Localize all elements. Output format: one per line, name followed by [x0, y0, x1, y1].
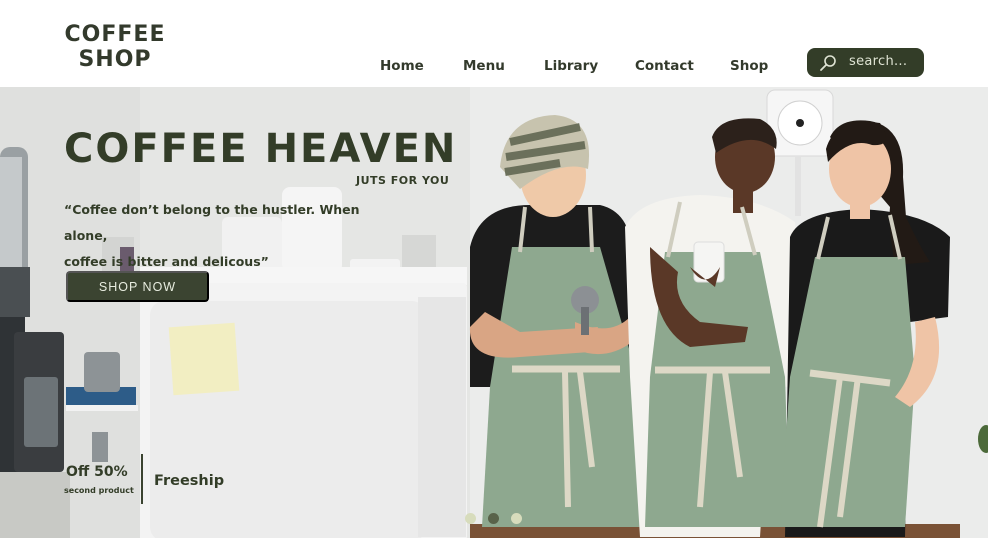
carousel-dot[interactable] [511, 513, 522, 524]
hero-subtitle: JUTS FOR YOU [356, 174, 450, 187]
brand-logo[interactable]: COFFEE SHOP [63, 22, 167, 72]
site-header: COFFEE SHOP Home Menu Library Contact Sh… [0, 0, 988, 87]
carousel-dot[interactable] [488, 513, 499, 524]
hero-quote: “Coffee don’t belong to the hustler. Whe… [64, 197, 394, 275]
brand-line-2: SHOP [78, 47, 152, 72]
search-input[interactable]: search... [807, 48, 924, 77]
carousel-dots [465, 513, 522, 524]
search-placeholder: search... [849, 54, 908, 69]
hero-quote-line-2: coffee is bitter and delicous” [64, 254, 269, 269]
carousel-dot[interactable] [465, 513, 476, 524]
promo-divider [141, 454, 143, 504]
shop-now-button[interactable]: SHOP NOW [66, 271, 209, 302]
hero-quote-line-1: “Coffee don’t belong to the hustler. Whe… [64, 202, 360, 243]
hero-banner: COFFEE HEAVEN JUTS FOR YOU “Coffee don’t… [0, 87, 988, 538]
nav-item-shop[interactable]: Shop [730, 58, 768, 74]
hero-title: COFFEE HEAVEN [64, 126, 458, 172]
nav-item-library[interactable]: Library [544, 58, 598, 74]
promo-discount: Off 50% [66, 464, 128, 480]
nav-item-home[interactable]: Home [380, 58, 424, 74]
promo-freeship: Freeship [154, 473, 225, 489]
search-icon[interactable] [819, 54, 837, 72]
nav-item-menu[interactable]: Menu [463, 58, 505, 74]
nav-item-contact[interactable]: Contact [635, 58, 694, 74]
promo-discount-note: second product [64, 486, 134, 495]
brand-line-1: COFFEE [64, 22, 166, 47]
